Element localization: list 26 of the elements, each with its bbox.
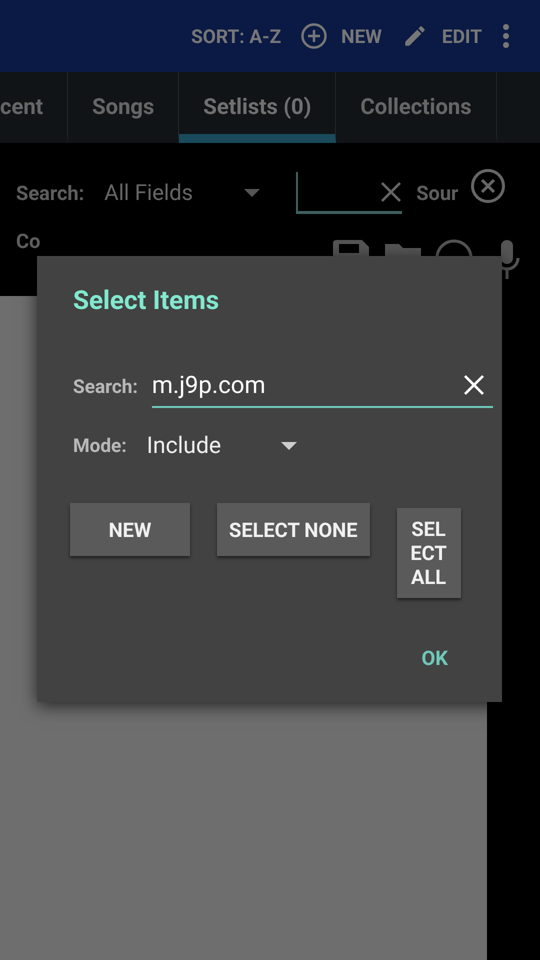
select-none-button[interactable]: SELECT NONE <box>217 503 370 556</box>
add-circle-icon[interactable] <box>301 23 328 49</box>
mode-dropdown[interactable]: Include <box>146 432 298 459</box>
new-button[interactable]: NEW <box>341 24 382 48</box>
source-label: Sour <box>416 181 460 205</box>
select-all-button[interactable]: SELECT ALL <box>396 508 461 598</box>
search-field[interactable]: m.j9p.com <box>152 371 463 399</box>
mode-label: Mode: <box>73 434 127 457</box>
tab[interactable]: cent <box>0 72 68 143</box>
search-label: Search: <box>73 374 138 398</box>
dropdown-arrow-icon[interactable] <box>244 189 260 197</box>
ok-button[interactable]: OK <box>417 642 452 674</box>
close-icon[interactable] <box>470 168 506 204</box>
dropdown-arrow-icon[interactable] <box>281 442 298 450</box>
tab[interactable]: Collections <box>336 72 496 143</box>
tab[interactable]: Songs <box>68 72 180 143</box>
field-dropdown[interactable]: All Fields <box>104 180 244 206</box>
new-button[interactable]: NEW <box>70 503 190 556</box>
search-field[interactable] <box>296 172 402 214</box>
search-label: Search: <box>16 181 84 205</box>
collection-label: Co <box>16 229 40 253</box>
tab[interactable]: Setlists (0) <box>179 72 336 143</box>
sort-button[interactable]: SORT: A-Z <box>191 24 282 48</box>
edit-button[interactable]: EDIT <box>442 24 482 48</box>
dialog-title: Select Items <box>73 286 220 316</box>
more-icon[interactable] <box>502 23 510 49</box>
